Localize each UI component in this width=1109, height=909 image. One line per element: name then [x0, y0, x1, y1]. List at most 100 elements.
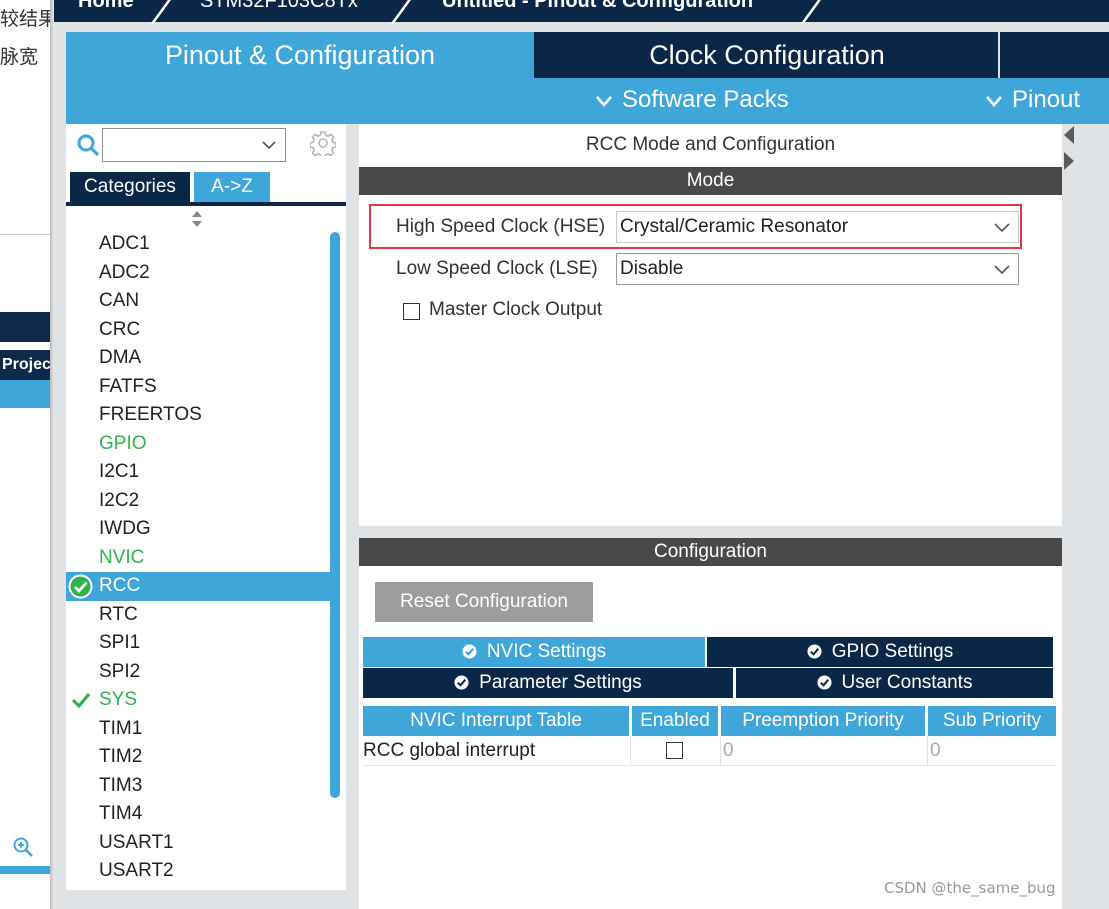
component-list-panel: Categories A->Z ADC1 ADC2 CAN CRC DMA FATFS FR… [66, 124, 346, 909]
chevron-down-icon [994, 223, 1010, 233]
tab-a-to-z[interactable]: A->Z [194, 172, 270, 202]
list-item-spi1[interactable]: SPI1 [66, 629, 330, 658]
list-item-gpio[interactable]: GPIO [66, 430, 330, 459]
list-item-tim2[interactable]: TIM2 [66, 743, 330, 772]
chevron-down-icon[interactable] [262, 140, 276, 150]
chevron-down-icon [596, 95, 612, 107]
table-cell-enabled [631, 736, 720, 766]
breadcrumb-separator-icon [390, 0, 411, 24]
table-header-enabled: Enabled [632, 706, 718, 736]
tab-categories[interactable]: Categories [70, 172, 190, 202]
lse-select-value: Disable [620, 258, 684, 279]
list-item-crc[interactable]: CRC [66, 316, 330, 345]
list-item-can[interactable]: CAN [66, 287, 330, 316]
list-item-adc1[interactable]: ADC1 [66, 230, 330, 259]
list-item-label: ADC2 [99, 261, 150, 283]
tab-parameter-settings[interactable]: Parameter Settings [363, 668, 733, 698]
list-item-rtc[interactable]: RTC [66, 601, 330, 630]
tab-nvic-settings-label: NVIC Settings [486, 641, 607, 662]
watermark: CSDN @the_same_bug [884, 879, 1056, 897]
sort-icon[interactable] [190, 210, 204, 228]
tab-more[interactable] [1002, 32, 1109, 78]
list-item-usart2[interactable]: USART2 [66, 857, 330, 886]
hse-select-value: Crystal/Ceramic Resonator [620, 216, 849, 237]
list-item-label: TIM4 [99, 803, 143, 824]
list-item-label: SYS [99, 689, 138, 710]
tab-nvic-settings[interactable]: NVIC Settings [363, 637, 705, 667]
hse-label: High Speed Clock (HSE) [396, 216, 606, 237]
table-header-sub-priority: Sub Priority [928, 706, 1056, 736]
master-clock-output-checkbox[interactable] [403, 303, 420, 320]
search-input[interactable] [102, 128, 286, 162]
tab-pinout-configuration[interactable]: Pinout & Configuration [66, 32, 534, 78]
list-item-label: CRC [99, 318, 141, 340]
background-divider [0, 234, 52, 235]
table-cell-sub-priority[interactable]: 0 [928, 736, 1056, 766]
list-item-label: IWDG [99, 518, 151, 539]
zoom-in-icon[interactable] [12, 836, 34, 858]
master-clock-output-label: Master Clock Output [429, 299, 603, 320]
background-dark-bar [0, 312, 52, 342]
list-item-iwdg[interactable]: IWDG [66, 515, 330, 544]
configuration-section-header: Configuration [359, 538, 1062, 566]
list-item-tim4[interactable]: TIM4 [66, 800, 330, 829]
left-panel-footer [66, 890, 346, 909]
check-circle-icon [807, 644, 822, 659]
list-item-tim1[interactable]: TIM1 [66, 715, 330, 744]
table-header-interrupt: NVIC Interrupt Table [363, 706, 629, 736]
check-circle-icon [816, 675, 832, 690]
rcc-configuration-panel: RCC Mode and Configuration Mode High Spe… [359, 124, 1062, 909]
list-item-sys[interactable]: SYS [66, 686, 330, 715]
tab-parameter-settings-label: Parameter Settings [479, 672, 642, 693]
right-edge-panel [1062, 124, 1109, 909]
list-item-label: SPI1 [99, 632, 141, 653]
list-item-adc2[interactable]: ADC2 [66, 259, 330, 288]
list-item-freertos[interactable]: FREERTOS [66, 401, 330, 430]
list-item-rcc[interactable]: RCC [66, 572, 330, 601]
background-window: 较结果 脉宽 Projec [0, 0, 57, 909]
table-cell-interrupt-name: RCC global interrupt [363, 736, 629, 766]
panel-title: RCC Mode and Configuration [585, 134, 836, 155]
list-item-label: RTC [99, 603, 138, 625]
lse-select[interactable]: Disable [616, 253, 1019, 285]
list-item-tim3[interactable]: TIM3 [66, 772, 330, 801]
list-item-label: USART2 [99, 860, 174, 881]
tab-gpio-settings[interactable]: GPIO Settings [707, 637, 1053, 667]
chevron-down-icon [986, 95, 1002, 107]
background-project-label: Projec [0, 350, 52, 380]
hse-select[interactable]: Crystal/Ceramic Resonator [616, 211, 1019, 243]
list-item-label: DMA [99, 347, 142, 368]
breadcrumb-separator-icon [800, 0, 821, 24]
lse-label: Low Speed Clock (LSE) [396, 258, 598, 279]
table-cell-preemption-priority[interactable]: 0 [721, 736, 927, 766]
collapse-panel-icon[interactable] [1062, 124, 1076, 172]
breadcrumb: Home STM32F103C8Tx Untitled - Pinout & C… [54, 0, 1109, 24]
software-packs-menu[interactable]: Software Packs [596, 86, 789, 114]
list-item-spi2[interactable]: SPI2 [66, 658, 330, 687]
list-item-label: SPI2 [99, 660, 141, 682]
list-item-dma[interactable]: DMA [66, 344, 330, 373]
breadcrumb-device[interactable]: STM32F103C8Tx [200, 0, 358, 13]
reset-configuration-button[interactable]: Reset Configuration [375, 582, 593, 622]
gear-icon[interactable] [310, 130, 336, 156]
list-item-label: TIM1 [99, 717, 143, 739]
tab-user-constants[interactable]: User Constants [736, 668, 1053, 698]
scrollbar-thumb[interactable] [330, 232, 340, 798]
list-item-i2c2[interactable]: I2C2 [66, 487, 330, 516]
cubemx-window: Home STM32F103C8Tx Untitled - Pinout & C… [54, 0, 1109, 909]
breadcrumb-separator-icon [150, 0, 171, 24]
list-item-nvic[interactable]: NVIC [66, 544, 330, 573]
pinout-menu[interactable]: Pinout [986, 86, 1080, 114]
tab-clock-configuration[interactable]: Clock Configuration [536, 32, 1000, 78]
list-item-usart1[interactable]: USART1 [66, 829, 330, 858]
rcc-interrupt-enabled-checkbox[interactable] [666, 742, 683, 759]
list-item-label: CAN [99, 290, 140, 311]
list-item-i2c1[interactable]: I2C1 [66, 458, 330, 487]
breadcrumb-project[interactable]: Untitled - Pinout & Configuration [442, 0, 753, 13]
list-item-label: TIM3 [99, 774, 143, 796]
background-text-line-2: 脉宽 [0, 46, 39, 68]
list-item-fatfs[interactable]: FATFS [66, 373, 330, 402]
breadcrumb-home[interactable]: Home [78, 0, 134, 13]
tab-gpio-settings-label: GPIO Settings [831, 641, 954, 662]
sub-toolbar: Software Packs Pinout [66, 78, 1109, 124]
